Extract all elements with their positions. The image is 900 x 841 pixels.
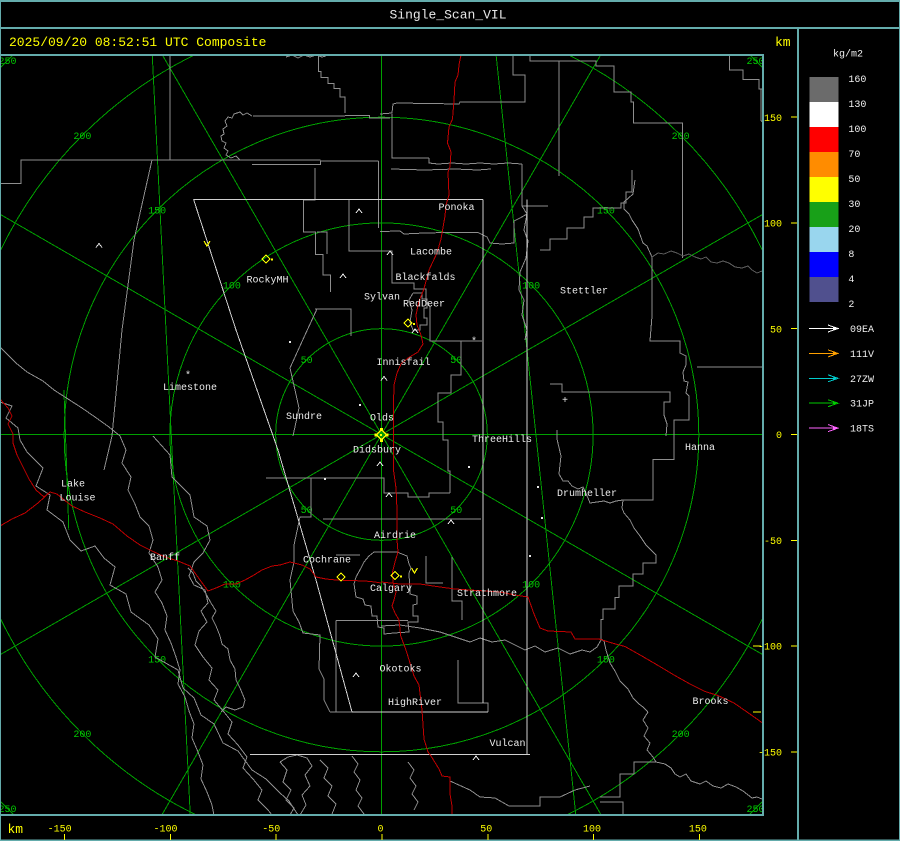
svg-text:200: 200 — [672, 730, 690, 741]
svg-text:Sylvan: Sylvan — [364, 292, 400, 304]
svg-text:Louise: Louise — [59, 493, 95, 505]
svg-text:50: 50 — [480, 825, 492, 836]
svg-text:-50: -50 — [764, 537, 782, 548]
svg-text:100: 100 — [522, 581, 540, 592]
svg-text:100: 100 — [848, 125, 866, 136]
svg-text:250: 250 — [0, 57, 17, 68]
svg-text:2025/09/20 08:52:51 UTC Compos: 2025/09/20 08:52:51 UTC Composite — [9, 35, 266, 50]
svg-text:160: 160 — [848, 75, 866, 86]
svg-text:Innisfail: Innisfail — [376, 357, 430, 369]
svg-text:+: + — [562, 396, 568, 407]
svg-text:150: 150 — [148, 655, 166, 666]
svg-text:0: 0 — [776, 431, 782, 442]
svg-text:kg/m2: kg/m2 — [833, 49, 863, 61]
svg-text:Strathmore: Strathmore — [457, 588, 517, 600]
svg-text:Banff: Banff — [150, 552, 180, 564]
svg-text:50: 50 — [848, 175, 860, 186]
svg-text:150: 150 — [148, 207, 166, 218]
svg-text:111V: 111V — [850, 350, 874, 361]
svg-text:8: 8 — [848, 250, 854, 261]
svg-text:Hanna: Hanna — [685, 443, 715, 454]
svg-text:250: 250 — [746, 57, 764, 68]
svg-text:-100: -100 — [758, 643, 782, 654]
svg-text:Lacombe: Lacombe — [410, 247, 452, 259]
svg-text:Didsbury: Didsbury — [353, 445, 401, 457]
svg-text:km: km — [8, 822, 24, 837]
svg-text:Cochrane: Cochrane — [303, 555, 351, 567]
svg-text:ThreeHills: ThreeHills — [472, 434, 532, 446]
svg-text:-150: -150 — [758, 748, 782, 759]
svg-text:30: 30 — [848, 200, 860, 211]
svg-text:Okotoks: Okotoks — [379, 664, 421, 676]
svg-text:4: 4 — [848, 275, 854, 286]
svg-text:09EA: 09EA — [850, 325, 874, 336]
svg-text:0: 0 — [377, 825, 383, 836]
svg-text:Sundre: Sundre — [286, 411, 322, 423]
svg-text:200: 200 — [73, 730, 91, 741]
svg-text:-100: -100 — [153, 825, 177, 836]
svg-text:Single_Scan_VIL: Single_Scan_VIL — [389, 8, 506, 23]
svg-text:200: 200 — [73, 132, 91, 143]
svg-text:*: * — [471, 336, 477, 348]
svg-text:Ponoka: Ponoka — [438, 202, 474, 214]
svg-text:-150: -150 — [48, 825, 72, 836]
svg-text:31JP: 31JP — [850, 400, 874, 411]
svg-text:100: 100 — [522, 281, 540, 292]
svg-text:Olds: Olds — [370, 413, 394, 425]
svg-text:Lake: Lake — [61, 479, 85, 491]
svg-text:Drumheller: Drumheller — [557, 488, 617, 500]
svg-text:50: 50 — [301, 356, 313, 367]
svg-text:*: * — [185, 370, 191, 382]
svg-text:km: km — [775, 35, 791, 50]
svg-text:100: 100 — [764, 220, 782, 231]
svg-text:27ZW: 27ZW — [850, 375, 874, 386]
svg-text:Limestone: Limestone — [163, 382, 217, 394]
svg-text:Airdrie: Airdrie — [374, 530, 416, 542]
svg-text:150: 150 — [689, 825, 707, 836]
svg-text:HighRiver: HighRiver — [388, 697, 442, 709]
svg-text:Calgary: Calgary — [370, 583, 412, 595]
svg-text:100: 100 — [583, 825, 601, 836]
svg-text:50: 50 — [770, 325, 782, 336]
svg-text:18TS: 18TS — [850, 425, 874, 436]
svg-text:150: 150 — [764, 114, 782, 125]
svg-text:70: 70 — [848, 150, 860, 161]
svg-text:RedDeer: RedDeer — [403, 299, 445, 311]
svg-text:150: 150 — [597, 655, 615, 666]
svg-text:Vulcan: Vulcan — [489, 738, 525, 750]
svg-text:Stettler: Stettler — [560, 286, 608, 298]
svg-text:100: 100 — [223, 581, 241, 592]
svg-text:50: 50 — [450, 506, 462, 517]
svg-text:RockyMH: RockyMH — [246, 275, 288, 287]
svg-text:Brooks: Brooks — [692, 696, 728, 708]
svg-text:100: 100 — [223, 281, 241, 292]
svg-text:Blackfalds: Blackfalds — [395, 272, 455, 284]
svg-text:20: 20 — [848, 225, 860, 236]
svg-text:2: 2 — [848, 300, 854, 311]
svg-text:-50: -50 — [262, 825, 280, 836]
svg-text:200: 200 — [672, 132, 690, 143]
svg-text:130: 130 — [848, 100, 866, 111]
